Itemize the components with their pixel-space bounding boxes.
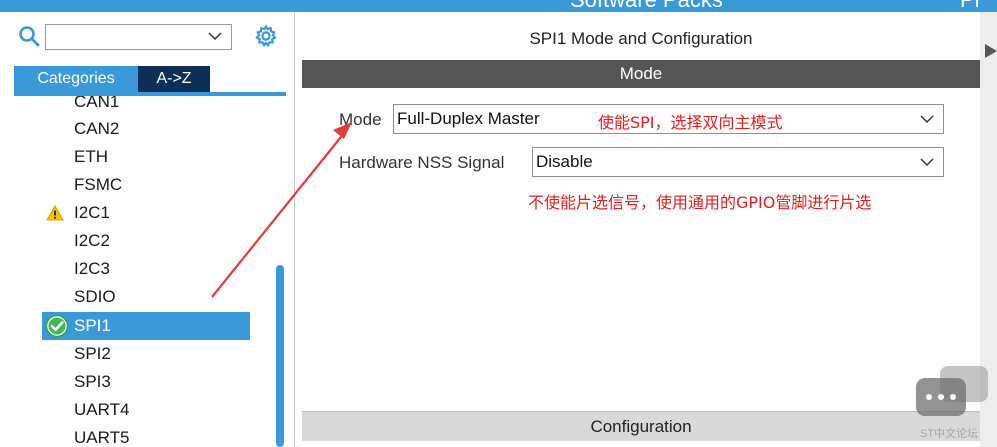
list-item-label: FSMC [74, 175, 123, 194]
list-scrollbar-thumb[interactable] [276, 265, 284, 447]
list-item-i2c2[interactable]: I2C2 [10, 227, 250, 255]
top-banner: Software Packs Pi [0, 0, 997, 12]
page-title: SPI1 Mode and Configuration [529, 29, 753, 48]
list-item-label: SPI3 [74, 372, 111, 391]
collapse-arrow-icon[interactable] [985, 44, 997, 58]
warning-icon [46, 205, 64, 221]
chevron-down-icon [920, 158, 934, 167]
tab-a-to-z[interactable]: A->Z [138, 66, 210, 92]
list-item-label: CAN1 [74, 96, 120, 111]
hardware-nss-select-value: Disable [536, 152, 593, 171]
nss-annotation: 不使能片选信号，使用通用的GPIO管脚进行片选 [528, 193, 872, 212]
pinout-menu[interactable]: Pi [960, 0, 980, 12]
list-item-fsmc[interactable]: FSMC [10, 171, 250, 199]
chevron-down-icon [920, 115, 934, 124]
list-item-spi3[interactable]: SPI3 [10, 368, 250, 396]
list-item-label: SDIO [74, 287, 116, 306]
list-item-label: SPI1 [74, 316, 111, 335]
check-circle-icon [45, 314, 69, 338]
search-icon[interactable] [18, 25, 40, 47]
peripheral-list: CAN1 CAN2 ETH FSMC I2C1 I2C2 I2C3 SDIO S… [10, 96, 288, 447]
list-item-label: I2C1 [74, 203, 110, 222]
list-item-eth[interactable]: ETH [10, 143, 250, 171]
list-item-label: I2C2 [74, 231, 110, 250]
software-packs-menu[interactable]: Software Packs [570, 0, 723, 12]
chevron-down-icon[interactable] [207, 28, 223, 44]
mode-label: Mode [339, 110, 382, 129]
list-item-label: I2C3 [74, 259, 110, 278]
list-item-spi2[interactable]: SPI2 [10, 340, 250, 368]
gear-icon[interactable] [254, 24, 278, 48]
configuration-section-header[interactable]: Configuration [302, 411, 980, 441]
list-item-label: UART4 [74, 400, 130, 419]
tab-categories[interactable]: Categories [14, 66, 138, 92]
list-item-uart4[interactable]: UART4 [10, 396, 250, 424]
list-item-spi1[interactable]: SPI1 [42, 312, 250, 340]
list-item-can2[interactable]: CAN2 [10, 115, 250, 143]
search-row [0, 22, 295, 54]
watermark-text: ST中文论坛 [920, 428, 979, 440]
mode-annotation: 使能SPI，选择双向主模式 [598, 113, 783, 132]
mode-section-body: Mode Full-Duplex Master Hardware NSS Sig… [302, 88, 980, 414]
list-item-i2c3[interactable]: I2C3 [10, 255, 250, 283]
list-item-label: UART5 [74, 428, 130, 447]
mode-configuration-panel: SPI1 Mode and Configuration Mode Mode Fu… [302, 22, 980, 447]
list-item-i2c1[interactable]: I2C1 [10, 199, 250, 227]
mode-select-value: Full-Duplex Master [397, 109, 540, 128]
list-item-uart5[interactable]: UART5 [10, 424, 250, 447]
hardware-nss-label: Hardware NSS Signal [339, 153, 505, 172]
list-item-sdio[interactable]: SDIO [10, 283, 250, 311]
hardware-nss-select[interactable]: Disable [532, 147, 944, 177]
list-item-label: SPI2 [74, 344, 111, 363]
app-window: Software Packs Pi Categories [0, 0, 997, 447]
list-item-can1[interactable]: CAN1 [10, 96, 250, 116]
search-input[interactable] [45, 24, 232, 50]
categories-panel: Categories A->Z CAN1 CAN2 ETH FSMC I2C1 … [0, 12, 295, 447]
list-item-label: CAN2 [74, 119, 120, 138]
mode-section-header[interactable]: Mode [302, 60, 980, 88]
list-item-label: ETH [74, 147, 108, 166]
